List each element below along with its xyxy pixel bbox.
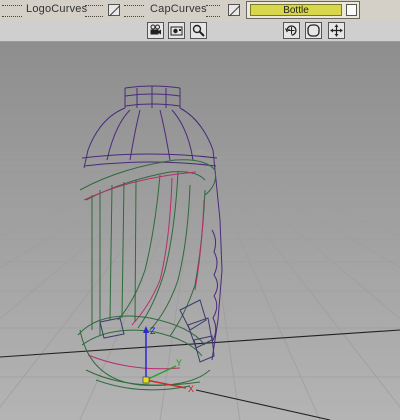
rotate-view-icon[interactable]	[283, 22, 300, 39]
frame-view-icon[interactable]	[305, 22, 322, 39]
layer-dots	[85, 5, 103, 17]
layer-visibility-toggle[interactable]	[108, 4, 120, 17]
axis-label-x: X	[188, 384, 194, 394]
film-camera-icon[interactable]	[168, 22, 185, 39]
layer-dots	[124, 5, 144, 17]
layer-bottle[interactable]: Bottle	[246, 1, 360, 19]
perspective-viewport[interactable]: Z X Y	[0, 42, 400, 420]
layer-visibility-toggle[interactable]	[346, 4, 357, 16]
move-view-icon[interactable]	[328, 22, 345, 39]
layer-bar: LogoCurves CapCurves Bottle	[0, 0, 400, 22]
layer-capcurves[interactable]: CapCurves	[124, 2, 244, 18]
viewport-background	[0, 42, 400, 420]
axis-label-y: Y	[176, 358, 182, 368]
layer-visibility-toggle[interactable]	[228, 4, 240, 17]
panel-toolbar	[0, 21, 400, 42]
maya-window: LogoCurves CapCurves Bottle Z X Y	[0, 0, 400, 420]
layer-name: Bottle	[250, 4, 342, 16]
layer-dots	[2, 5, 22, 17]
layer-logocurves[interactable]: LogoCurves	[2, 2, 122, 18]
camera-icon[interactable]	[147, 22, 164, 39]
layer-name: LogoCurves	[26, 3, 88, 15]
zoom-icon[interactable]	[190, 22, 207, 39]
axis-label-z: Z	[150, 326, 156, 336]
layer-name: CapCurves	[150, 3, 207, 15]
layer-dots	[206, 5, 220, 17]
